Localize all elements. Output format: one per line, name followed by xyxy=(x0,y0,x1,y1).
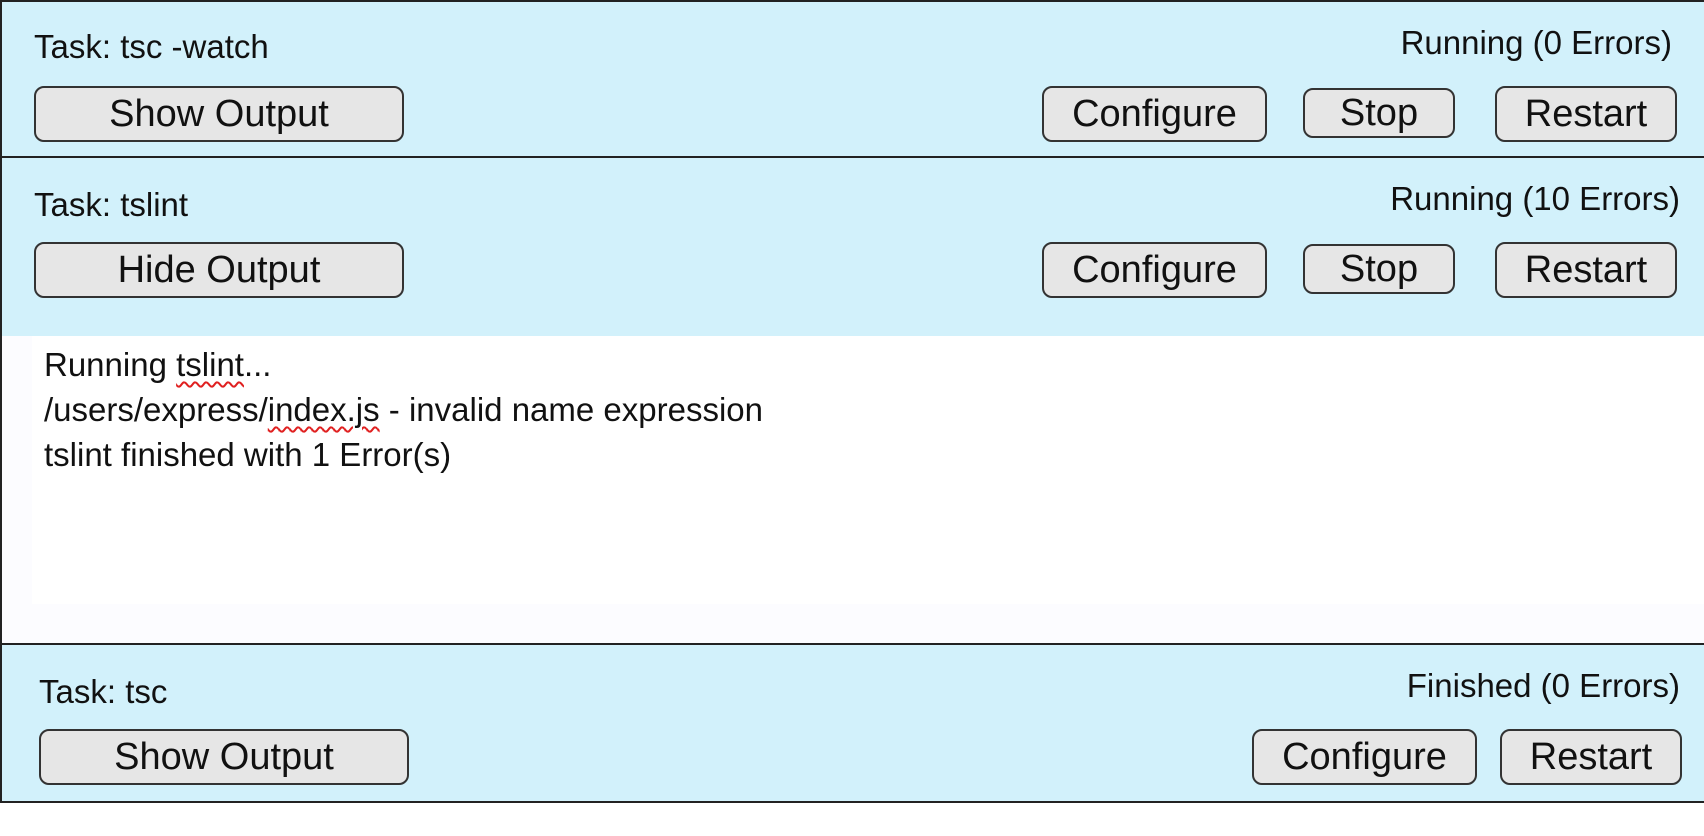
task-title: Task: tsc xyxy=(39,673,168,710)
show-output-button[interactable]: Show Output xyxy=(39,729,409,785)
misspelled-word: index.js xyxy=(267,391,380,428)
task-output-log[interactable]: Running tslint... /users/express/index.j… xyxy=(32,336,1704,604)
output-text: - invalid name expression xyxy=(379,391,763,428)
task-status: Running (10 Errors) xyxy=(1390,180,1680,217)
configure-button[interactable]: Configure xyxy=(1252,729,1477,785)
task-panel-tsc: Task: tsc Finished (0 Errors) Show Outpu… xyxy=(0,643,1704,803)
task-output-area: Running tslint... /users/express/index.j… xyxy=(0,336,1704,643)
output-text: Running xyxy=(44,346,177,383)
output-text: ... xyxy=(243,346,272,383)
output-line: Running tslint... xyxy=(44,346,271,384)
task-title: Task: tslint xyxy=(34,186,189,223)
task-runner-view: Task: tsc -watch Running (0 Errors) Show… xyxy=(0,0,1704,836)
output-line: tslint finished with 1 Error(s) xyxy=(44,436,452,473)
configure-button[interactable]: Configure xyxy=(1042,242,1267,298)
task-status: Running (0 Errors) xyxy=(1400,24,1672,61)
restart-button[interactable]: Restart xyxy=(1495,86,1677,142)
stop-button[interactable]: Stop xyxy=(1303,244,1455,294)
hide-output-button[interactable]: Hide Output xyxy=(34,242,404,298)
misspelled-word: tslint xyxy=(176,346,244,383)
restart-button[interactable]: Restart xyxy=(1495,242,1677,298)
task-status: Finished (0 Errors) xyxy=(1406,667,1680,704)
restart-button[interactable]: Restart xyxy=(1500,729,1682,785)
task-panel-tslint: Task: tslint Running (10 Errors) Hide Ou… xyxy=(0,156,1704,336)
output-line: /users/express/index.js - invalid name e… xyxy=(44,391,763,429)
task-panel-tsc-watch: Task: tsc -watch Running (0 Errors) Show… xyxy=(0,0,1704,158)
configure-button[interactable]: Configure xyxy=(1042,86,1267,142)
output-text: /users/express/ xyxy=(44,391,268,428)
stop-button[interactable]: Stop xyxy=(1303,88,1455,138)
show-output-button[interactable]: Show Output xyxy=(34,86,404,142)
task-title: Task: tsc -watch xyxy=(34,28,269,65)
